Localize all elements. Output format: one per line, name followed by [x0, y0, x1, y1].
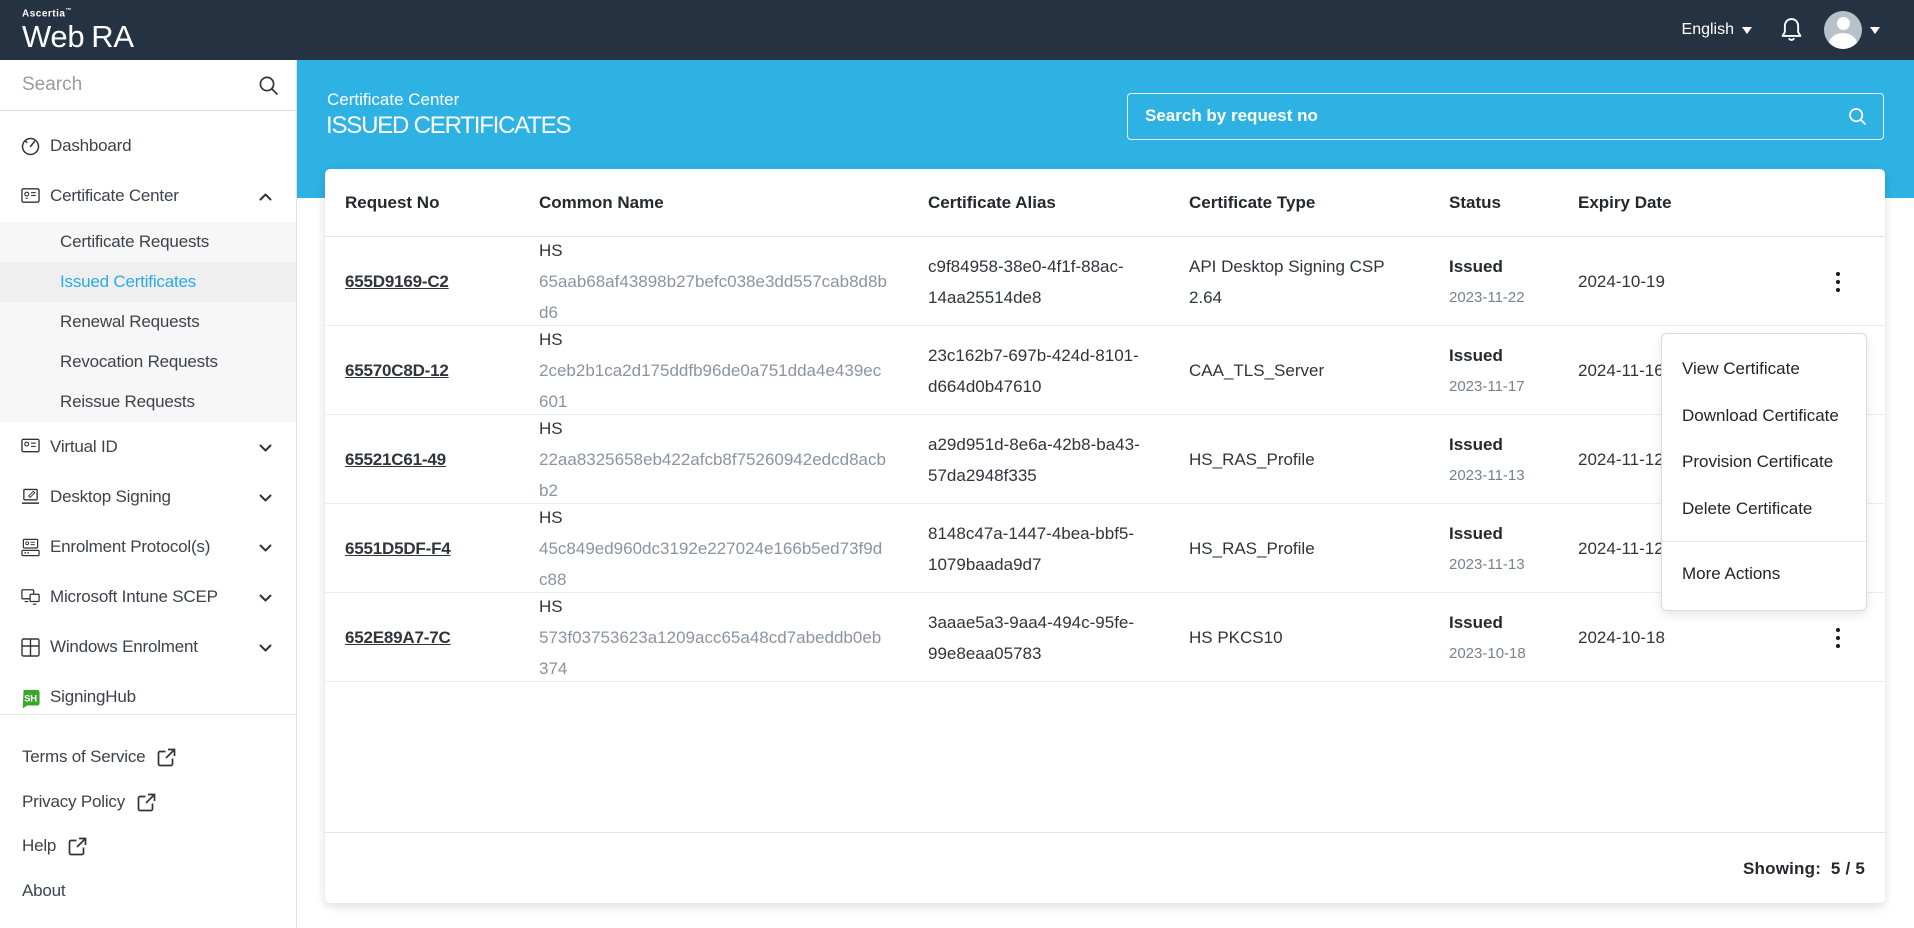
svg-text:SH: SH	[24, 693, 37, 704]
